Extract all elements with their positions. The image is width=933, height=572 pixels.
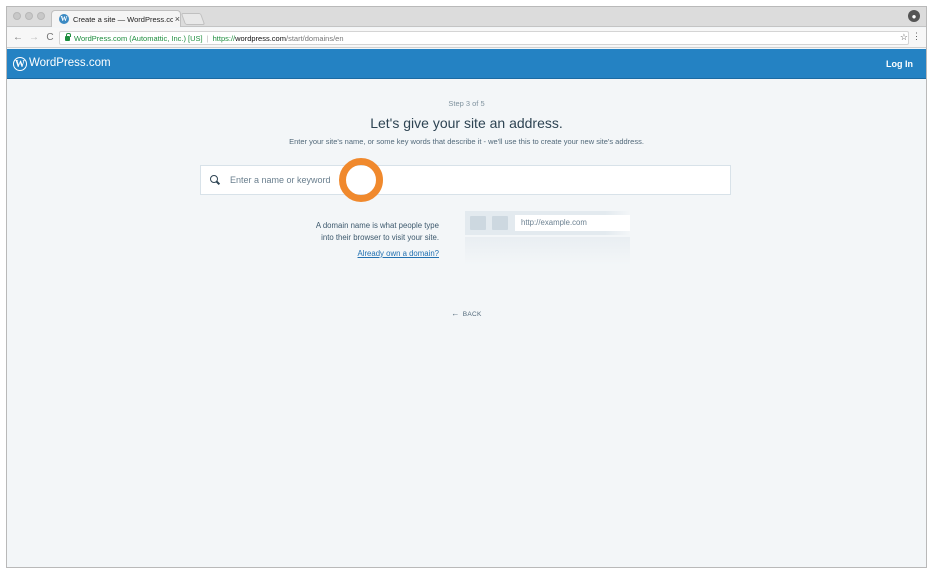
wordpress-icon[interactable]: W <box>13 57 27 71</box>
page-title: Let's give your site an address. <box>370 115 563 131</box>
browser-illustration: http://example.com <box>465 211 630 265</box>
star-icon[interactable]: ☆ <box>900 32 908 43</box>
tab-strip: W Create a site — WordPress.co × ● <box>7 7 926 27</box>
url-separator: | <box>206 33 209 43</box>
domain-search-box[interactable] <box>200 165 731 195</box>
security-label: WordPress.com (Automattic, Inc.) [US] <box>74 33 203 43</box>
wordpress-icon: W <box>59 14 69 24</box>
close-window-icon[interactable] <box>13 12 21 20</box>
tab-title: Create a site — WordPress.co <box>72 14 173 24</box>
menu-icon[interactable]: ⋮ <box>912 31 921 42</box>
reload-icon[interactable]: C <box>45 32 55 43</box>
wordpress-masterbar: W WordPress.com Log In <box>7 49 926 79</box>
browser-window: W Create a site — WordPress.co × ● ← → C… <box>6 6 927 568</box>
back-arrow-icon[interactable]: ← <box>13 32 23 43</box>
back-button[interactable]: ← BACK <box>7 309 926 318</box>
forward-arrow-icon[interactable]: → <box>29 32 39 43</box>
brand-name[interactable]: WordPress.com <box>29 57 111 69</box>
search-icon <box>210 175 220 185</box>
domain-info-line-1: A domain name is what people type <box>315 221 439 230</box>
illustration-button <box>470 216 486 230</box>
step-indicator: Step 3 of 5 <box>448 99 485 108</box>
domain-search-input[interactable] <box>230 175 710 185</box>
url-path: /start/domains/en <box>285 33 344 43</box>
url-scheme: https:// <box>212 33 236 43</box>
address-bar[interactable]: WordPress.com (Automattic, Inc.) [US] | … <box>59 31 909 45</box>
signup-content: Step 3 of 5 Let's give your site an addr… <box>7 80 926 567</box>
tab-close-icon[interactable]: × <box>175 14 180 24</box>
minimize-window-icon[interactable] <box>25 12 33 20</box>
zoom-window-icon[interactable] <box>37 12 45 20</box>
click-highlight <box>339 158 383 202</box>
tab-create-site[interactable]: W Create a site — WordPress.co × <box>51 10 181 27</box>
lock-icon <box>65 32 71 41</box>
back-label: BACK <box>462 311 482 318</box>
example-url: http://example.com <box>515 215 630 231</box>
already-own-domain-link[interactable]: Already own a domain? <box>358 248 439 260</box>
new-tab-button[interactable] <box>180 13 206 25</box>
browser-toolbar: ← → C WordPress.com (Automattic, Inc.) [… <box>7 28 926 48</box>
back-arrow-icon: ← <box>451 309 460 318</box>
login-link[interactable]: Log In <box>886 59 913 69</box>
illustration-fade <box>465 237 630 265</box>
illustration-button <box>492 216 508 230</box>
domain-explanation: A domain name is what people type into t… <box>277 220 439 260</box>
page-subtitle: Enter your site's name, or some key word… <box>289 137 644 146</box>
profile-icon[interactable]: ● <box>908 10 920 22</box>
url-host: wordpress.com <box>235 33 286 43</box>
domain-info-line-2: into their browser to visit your site. <box>321 233 439 242</box>
